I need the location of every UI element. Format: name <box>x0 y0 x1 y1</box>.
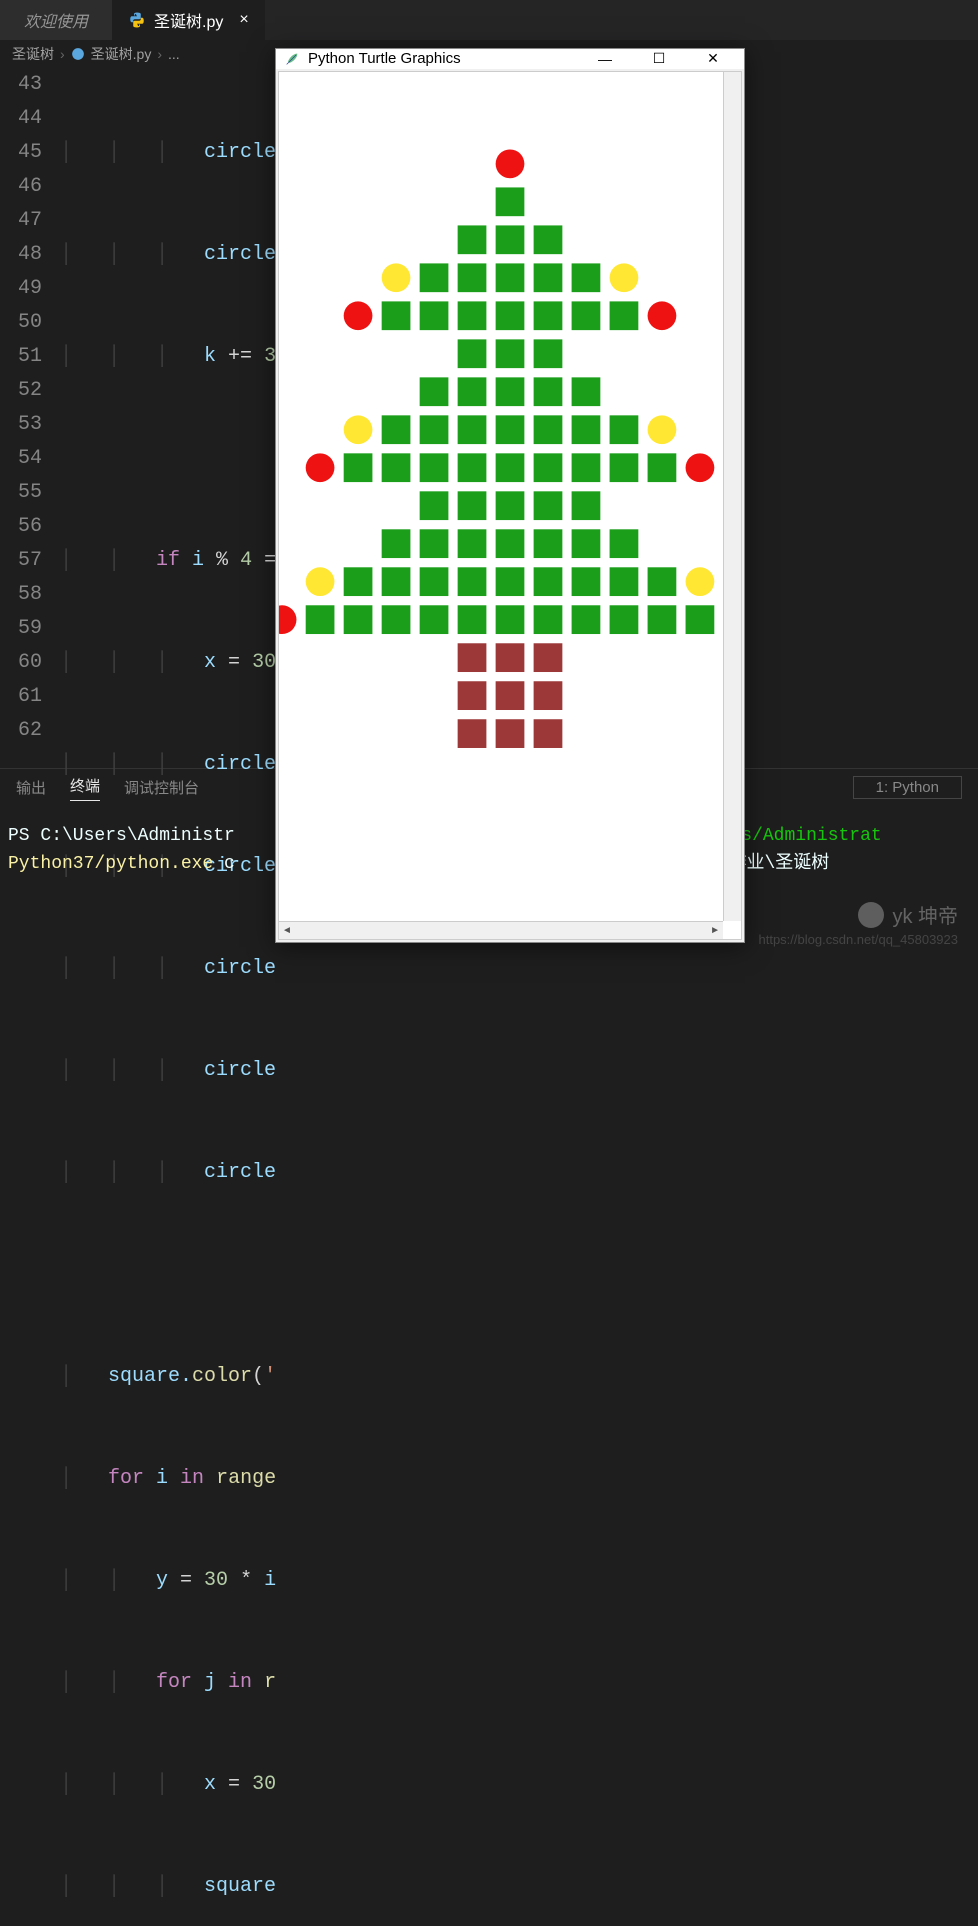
code-line: │ │ y = 30 * i <box>60 1564 978 1598</box>
code-line <box>60 1258 978 1292</box>
tab-welcome-label: 欢迎使用 <box>24 8 88 32</box>
code-line: │ │ │ circle <box>60 952 978 986</box>
code-line: │ for i in range <box>60 1462 978 1496</box>
chevron-right-icon: › <box>60 46 65 62</box>
tab-file-label: 圣诞树.py <box>154 8 223 32</box>
chevron-right-icon: › <box>157 46 162 62</box>
turtle-title: Python Turtle Graphics <box>308 50 461 67</box>
turtle-window[interactable]: Python Turtle Graphics — ☐ ✕ ◄► <box>275 48 745 943</box>
python-icon <box>128 11 146 29</box>
close-button[interactable]: ✕ <box>690 50 736 67</box>
maximize-button[interactable]: ☐ <box>636 50 682 67</box>
code-line: │ │ │ circle <box>60 1156 978 1190</box>
tree-drawing <box>279 72 741 939</box>
close-icon[interactable]: × <box>239 11 248 29</box>
bc-more[interactable]: ... <box>168 46 180 62</box>
scrollbar-vertical[interactable] <box>723 72 741 921</box>
editor-tabs: 欢迎使用 圣诞树.py × <box>0 0 978 40</box>
watermark: yk 坤帝 <box>858 900 958 929</box>
feather-icon <box>284 51 300 67</box>
bc-file[interactable]: 圣诞树.py <box>91 44 152 64</box>
code-line: │ │ │ x = 30 <box>60 1768 978 1802</box>
python-icon <box>71 47 85 61</box>
minimize-button[interactable]: — <box>582 51 628 67</box>
tab-output[interactable]: 输出 <box>16 777 46 798</box>
code-line: │ │ │ circle <box>60 1054 978 1088</box>
code-line: │ │ │ square <box>60 1870 978 1904</box>
code-line: │ │ for j in r <box>60 1666 978 1700</box>
tab-debug[interactable]: 调试控制台 <box>124 777 199 798</box>
turtle-titlebar[interactable]: Python Turtle Graphics — ☐ ✕ <box>276 49 744 69</box>
tab-terminal[interactable]: 终端 <box>70 775 100 801</box>
bc-folder[interactable]: 圣诞树 <box>12 44 54 64</box>
terminal-selector[interactable]: 1: Python <box>853 776 962 799</box>
tab-file[interactable]: 圣诞树.py × <box>112 0 265 40</box>
tab-welcome[interactable]: 欢迎使用 <box>0 0 112 40</box>
code-line: │ square.color(' <box>60 1360 978 1394</box>
watermark-url: https://blog.csdn.net/qq_45803923 <box>759 932 959 947</box>
wechat-icon <box>858 902 884 928</box>
scrollbar-horizontal[interactable]: ◄► <box>279 921 723 939</box>
watermark-text: yk 坤帝 <box>892 900 958 929</box>
turtle-canvas: ◄► <box>278 71 742 940</box>
line-gutter: 434445 464748 495051 525354 555657 58596… <box>0 68 60 768</box>
